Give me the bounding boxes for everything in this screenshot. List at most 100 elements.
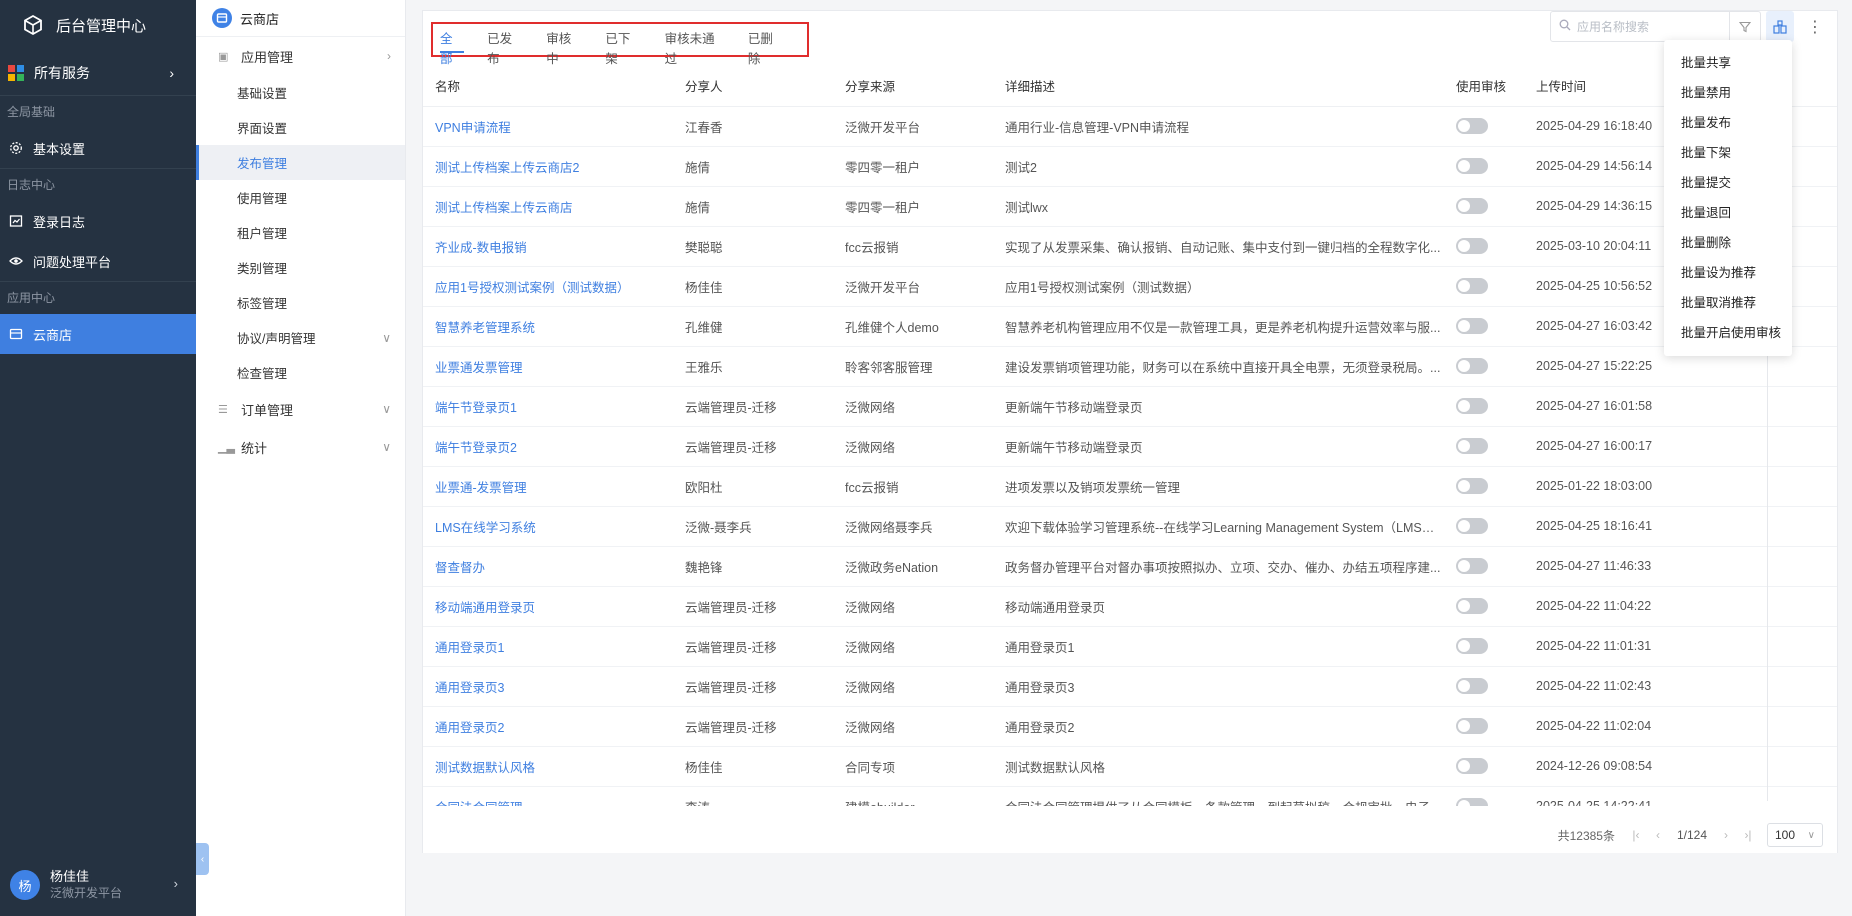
- dropdown-item[interactable]: 批量取消推荐: [1664, 288, 1792, 318]
- review-toggle[interactable]: [1456, 358, 1488, 374]
- submenu-group-app[interactable]: ▣ 应用管理 ›: [196, 37, 405, 75]
- dropdown-item[interactable]: 批量提交: [1664, 168, 1792, 198]
- review-toggle[interactable]: [1456, 598, 1488, 614]
- review-toggle[interactable]: [1456, 198, 1488, 214]
- brand[interactable]: 后台管理中心: [0, 0, 196, 50]
- upload-time: 2025-04-22 11:01:31: [1524, 626, 1704, 667]
- submenu-group-order[interactable]: ☰ 订单管理 ∨: [196, 390, 405, 428]
- review-toggle[interactable]: [1456, 158, 1488, 174]
- nav-item-gear[interactable]: 基本设置: [0, 128, 196, 168]
- app-name-link[interactable]: 测试数据默认风格: [423, 746, 673, 787]
- review-toggle[interactable]: [1456, 478, 1488, 494]
- review-toggle-cell: [1444, 426, 1524, 467]
- submenu-item[interactable]: 协议/声明管理 ∨: [196, 320, 405, 355]
- tab-2[interactable]: 审核中: [546, 29, 582, 66]
- app-name-link[interactable]: 端午节登录页2: [423, 426, 673, 467]
- app-name-link[interactable]: 业票通-发票管理: [423, 466, 673, 507]
- app-name-link[interactable]: 督查督办: [423, 546, 673, 587]
- chevron-down-icon: ∨: [382, 330, 391, 345]
- review-toggle[interactable]: [1456, 238, 1488, 254]
- tab-3[interactable]: 已下架: [605, 29, 641, 66]
- app-name-link[interactable]: VPN申请流程: [423, 106, 673, 147]
- search-box[interactable]: 应用名称搜索: [1550, 11, 1761, 42]
- chevron-down-icon: ∨: [382, 402, 391, 416]
- description: 通用登录页2: [993, 706, 1444, 747]
- collapse-sidebar-button[interactable]: ‹: [196, 843, 209, 875]
- upload-time: 2025-04-22 11:02:04: [1524, 706, 1704, 747]
- more-options-icon[interactable]: ⋮: [1801, 11, 1829, 42]
- last-page-icon[interactable]: ›|: [1737, 828, 1759, 842]
- submenu-item[interactable]: 检查管理: [196, 355, 405, 390]
- app-name-link[interactable]: 移动端通用登录页: [423, 586, 673, 627]
- submenu-item[interactable]: 标签管理: [196, 285, 405, 320]
- review-toggle-cell: [1444, 506, 1524, 547]
- user-profile[interactable]: 杨 杨佳佳 泛微开发平台 ›: [0, 854, 196, 916]
- app-name-link[interactable]: 测试上传档案上传云商店: [423, 186, 673, 227]
- submenu-item[interactable]: 基础设置: [196, 75, 405, 110]
- app-name-link[interactable]: 智慧养老管理系统: [423, 306, 673, 347]
- app-name-link[interactable]: 通用登录页1: [423, 626, 673, 667]
- brand-title: 后台管理中心: [56, 17, 147, 35]
- review-toggle[interactable]: [1456, 398, 1488, 414]
- sharer: 王雅乐: [673, 346, 833, 387]
- app-name-link[interactable]: 测试上传档案上传云商店2: [423, 146, 673, 187]
- status-tabs: 全部 已发布 审核中 已下架 审核未通过 已删除: [431, 22, 809, 66]
- submenu-item[interactable]: 类别管理: [196, 250, 405, 285]
- first-page-icon[interactable]: |‹: [1625, 828, 1647, 842]
- submenu-item[interactable]: 租户管理: [196, 215, 405, 250]
- sharer: 云端管理员-迁移: [673, 386, 833, 427]
- nav-item-store[interactable]: 云商店: [0, 314, 196, 354]
- dropdown-item[interactable]: 批量设为推荐: [1664, 258, 1792, 288]
- dropdown-item[interactable]: 批量禁用: [1664, 78, 1792, 108]
- filter-icon[interactable]: [1729, 12, 1760, 41]
- app-name-link[interactable]: 通用登录页2: [423, 706, 673, 747]
- batch-actions-button[interactable]: [1766, 11, 1794, 42]
- upload-time: 2025-04-27 16:01:58: [1524, 386, 1704, 427]
- submenu-item[interactable]: 使用管理: [196, 180, 405, 215]
- submenu-item[interactable]: 界面设置: [196, 110, 405, 145]
- submenu-group-chart[interactable]: ▁▃ 统计 ∨: [196, 428, 405, 466]
- all-services-button[interactable]: 所有服务 ›: [0, 50, 196, 96]
- nav-item-eye[interactable]: 问题处理平台: [0, 241, 196, 281]
- tab-1[interactable]: 已发布: [487, 29, 523, 66]
- submenu-item[interactable]: 发布管理: [196, 145, 405, 180]
- dropdown-item[interactable]: 批量开启使用审核: [1664, 318, 1792, 348]
- review-toggle[interactable]: [1456, 758, 1488, 774]
- app-name-link[interactable]: 齐业成-数电报销: [423, 226, 673, 267]
- review-toggle[interactable]: [1456, 718, 1488, 734]
- sharer: 孔维健: [673, 306, 833, 347]
- review-toggle[interactable]: [1456, 438, 1488, 454]
- review-toggle[interactable]: [1456, 518, 1488, 534]
- review-toggle[interactable]: [1456, 558, 1488, 574]
- tab-5[interactable]: 已删除: [748, 29, 784, 66]
- page-size-select[interactable]: 100 ∨: [1767, 823, 1823, 847]
- nav-section-title: 全局基础: [7, 105, 56, 119]
- dropdown-item[interactable]: 批量退回: [1664, 198, 1792, 228]
- app-name-link[interactable]: 端午节登录页1: [423, 386, 673, 427]
- review-toggle[interactable]: [1456, 318, 1488, 334]
- sharer: 云端管理员-迁移: [673, 586, 833, 627]
- table-row: LMS在线学习系统 泛微-聂李兵 泛微网络聂李兵 欢迎下载体验学习管理系统--在线学习…: [423, 506, 1837, 547]
- sharer: 魏艳锋: [673, 546, 833, 587]
- table-row: 业票通发票管理 王雅乐 聆客邻客服管理 建设发票销项管理功能，财务可以在系统中直接开具…: [423, 346, 1837, 387]
- dropdown-item[interactable]: 批量共享: [1664, 48, 1792, 78]
- app-name-link[interactable]: 应用1号授权测试案例（测试数据）: [423, 266, 673, 307]
- app-name-link[interactable]: 业票通发票管理: [423, 346, 673, 387]
- review-toggle[interactable]: [1456, 638, 1488, 654]
- dropdown-item[interactable]: 批量下架: [1664, 138, 1792, 168]
- review-toggle[interactable]: [1456, 278, 1488, 294]
- dropdown-item[interactable]: 批量删除: [1664, 228, 1792, 258]
- review-toggle[interactable]: [1456, 678, 1488, 694]
- table-row: 端午节登录页2 云端管理员-迁移 泛微网络 更新端午节移动端登录页 2025-04-27…: [423, 426, 1837, 467]
- next-page-icon[interactable]: ›: [1715, 828, 1737, 842]
- nav-item-log[interactable]: 登录日志: [0, 201, 196, 241]
- review-toggle[interactable]: [1456, 118, 1488, 134]
- prev-page-icon[interactable]: ‹: [1647, 828, 1669, 842]
- review-toggle-cell: [1444, 626, 1524, 667]
- dropdown-item[interactable]: 批量发布: [1664, 108, 1792, 138]
- search-input[interactable]: 应用名称搜索: [1577, 18, 1729, 35]
- app-name-link[interactable]: LMS在线学习系统: [423, 506, 673, 547]
- tab-4[interactable]: 审核未通过: [665, 29, 725, 66]
- tab-0[interactable]: 全部: [440, 29, 465, 66]
- app-name-link[interactable]: 通用登录页3: [423, 666, 673, 707]
